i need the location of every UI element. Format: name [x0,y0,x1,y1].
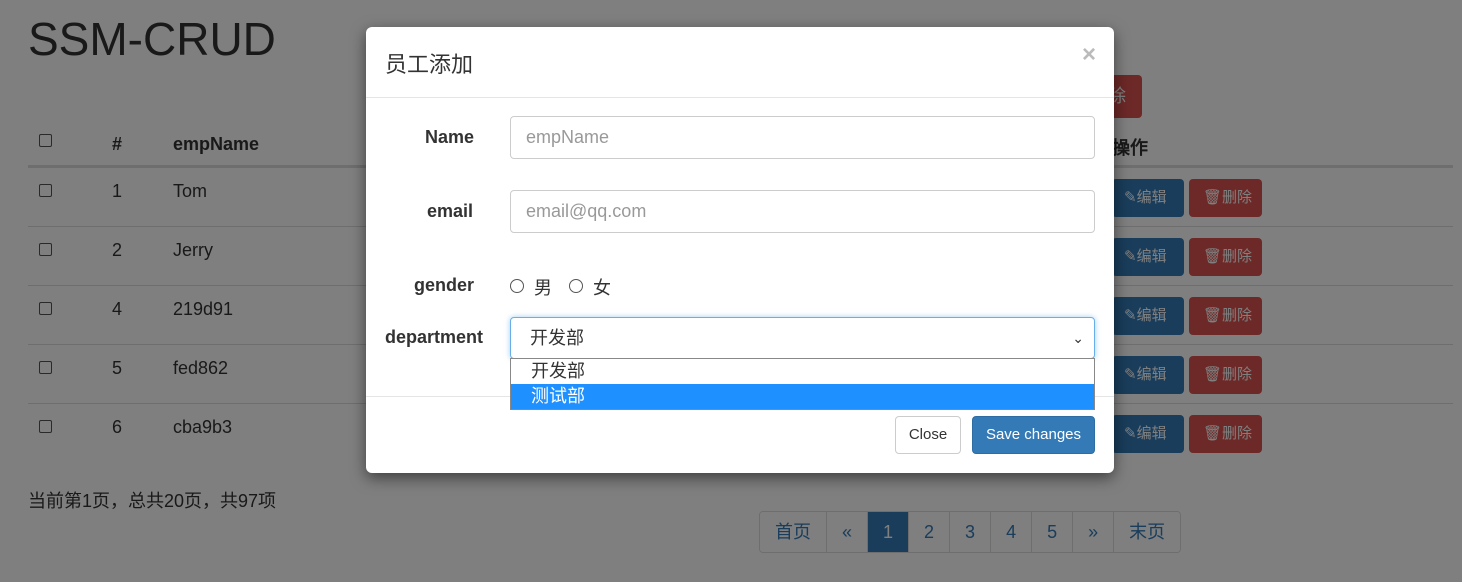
department-label: department [385,327,484,347]
name-label: Name [425,127,475,147]
department-select[interactable]: 开发部 ⌄ [510,317,1095,359]
gender-female-label: 女 [593,278,611,298]
department-dropdown: 开发部 测试部 [510,358,1095,410]
modal-header: 员工添加 × [366,27,1114,98]
save-changes-button[interactable]: Save changes [972,416,1095,454]
close-icon[interactable]: × [1082,41,1096,69]
add-employee-modal: 员工添加 × Name empName email email@qq.com g… [366,27,1114,473]
name-input[interactable]: empName [510,116,1095,159]
email-label: email [427,201,474,221]
department-selected-value: 开发部 [530,328,584,348]
close-button[interactable]: Close [895,416,961,454]
gender-male-radio[interactable] [510,279,524,293]
email-input[interactable]: email@qq.com [510,190,1095,233]
gender-male-label: 男 [534,278,552,298]
department-option-test[interactable]: 测试部 [511,384,1094,409]
modal-title: 员工添加 [385,52,474,77]
department-option-dev[interactable]: 开发部 [511,359,1094,384]
chevron-down-icon: ⌄ [1072,330,1084,346]
gender-female-radio[interactable] [569,279,583,293]
gender-label: gender [414,275,475,295]
